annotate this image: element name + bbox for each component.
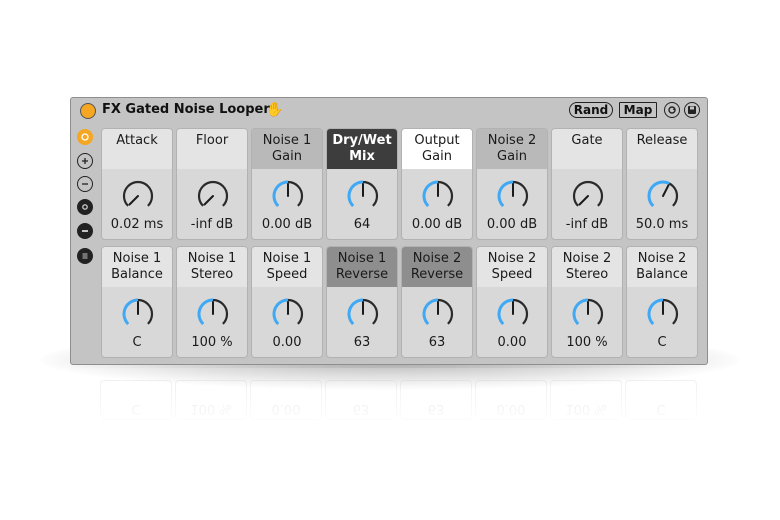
param-value[interactable]: 0.00 bbox=[252, 335, 322, 350]
param-noise-2-reverse[interactable]: Noise 2 Reverse 63 bbox=[401, 246, 473, 358]
param-value[interactable]: 0.00 bbox=[477, 335, 547, 350]
knob-dial[interactable] bbox=[346, 297, 380, 331]
knob-pointer bbox=[578, 195, 589, 206]
param-label: Noise 2 Gain bbox=[477, 129, 547, 169]
plus-icon[interactable] bbox=[77, 153, 93, 169]
param-floor[interactable]: Floor -inf dB bbox=[176, 128, 248, 240]
minus-icon[interactable] bbox=[77, 176, 93, 192]
param-label: Output Gain bbox=[402, 129, 472, 169]
knob-value-arc bbox=[347, 180, 364, 207]
param-noise-1-reverse[interactable]: Noise 1 Reverse 63 bbox=[326, 246, 398, 358]
knob-value-arc bbox=[422, 180, 439, 207]
knob-dial[interactable] bbox=[121, 297, 155, 331]
knob-dial[interactable] bbox=[571, 297, 605, 331]
knob-dial[interactable] bbox=[121, 179, 155, 213]
param-value[interactable]: 100 % bbox=[177, 335, 247, 350]
knob-value-arc bbox=[272, 298, 289, 325]
knob-dial[interactable] bbox=[571, 179, 605, 213]
param-value[interactable]: 0.00 dB bbox=[477, 217, 547, 232]
minimize-icon[interactable] bbox=[77, 223, 93, 239]
knob-dial[interactable] bbox=[421, 297, 455, 331]
device-power-toggle[interactable] bbox=[80, 103, 96, 119]
param-label: Dry/Wet Mix bbox=[327, 129, 397, 169]
param-output-gain[interactable]: Output Gain 0.00 dB bbox=[401, 128, 473, 240]
param-noise-2-speed[interactable]: Noise 2 Speed 0.00 bbox=[476, 246, 548, 358]
knob-dial[interactable] bbox=[346, 179, 380, 213]
settings-icon[interactable] bbox=[77, 199, 93, 215]
knob-value-arc bbox=[197, 298, 214, 325]
knob-value-arc bbox=[122, 298, 139, 325]
param-noise-1-speed[interactable]: Noise 1 Speed 0.00 bbox=[251, 246, 323, 358]
param-value[interactable]: C bbox=[102, 335, 172, 350]
knob-value-arc bbox=[572, 298, 589, 325]
param-noise-2-gain[interactable]: Noise 2 Gain 0.00 dB bbox=[476, 128, 548, 240]
knob-value-arc bbox=[647, 180, 671, 207]
param-label: Noise 2 Reverse bbox=[402, 247, 472, 287]
param-value[interactable]: C bbox=[627, 335, 697, 350]
device-title: FX Gated Noise Looper bbox=[102, 102, 270, 117]
knob-dial[interactable] bbox=[646, 297, 680, 331]
device-panel: FX Gated Noise Looper ✋ Rand Map Attack 0… bbox=[70, 97, 708, 365]
knob-pointer bbox=[128, 195, 139, 206]
param-value[interactable]: 100 % bbox=[552, 335, 622, 350]
rand-button[interactable]: Rand bbox=[569, 102, 613, 118]
knob-dial[interactable] bbox=[271, 179, 305, 213]
knob-dial[interactable] bbox=[271, 297, 305, 331]
map-button[interactable]: Map bbox=[619, 102, 657, 118]
param-value[interactable]: 64 bbox=[327, 217, 397, 232]
knob-value-arc bbox=[497, 298, 514, 325]
param-label: Noise 1 Stereo bbox=[177, 247, 247, 287]
param-attack[interactable]: Attack 0.02 ms bbox=[101, 128, 173, 240]
knob-value-arc bbox=[347, 298, 364, 325]
hot-swap-side-icon[interactable] bbox=[77, 129, 93, 145]
knob-value-arc bbox=[647, 298, 664, 325]
param-label: Noise 2 Stereo bbox=[552, 247, 622, 287]
param-gate[interactable]: Gate -inf dB bbox=[551, 128, 623, 240]
knob-dial[interactable] bbox=[196, 179, 230, 213]
param-label: Gate bbox=[552, 129, 622, 169]
param-value[interactable]: -inf dB bbox=[552, 217, 622, 232]
knob-value-arc bbox=[497, 180, 514, 207]
save-preset-icon[interactable] bbox=[684, 102, 700, 118]
hot-swap-icon[interactable] bbox=[664, 102, 680, 118]
param-label: Release bbox=[627, 129, 697, 169]
title-bar: FX Gated Noise Looper ✋ Rand Map bbox=[71, 98, 707, 124]
param-value[interactable]: -inf dB bbox=[177, 217, 247, 232]
knob-pointer bbox=[662, 184, 670, 197]
hand-icon: ✋ bbox=[266, 102, 284, 118]
param-dry-wet-mix[interactable]: Dry/Wet Mix 64 bbox=[326, 128, 398, 240]
param-noise-2-balance[interactable]: Noise 2 Balance C bbox=[626, 246, 698, 358]
param-value[interactable]: 63 bbox=[402, 335, 472, 350]
param-value[interactable]: 0.00 dB bbox=[402, 217, 472, 232]
knob-dial[interactable] bbox=[646, 179, 680, 213]
knob-value-arc bbox=[422, 298, 439, 325]
param-label: Floor bbox=[177, 129, 247, 169]
param-label: Noise 1 Balance bbox=[102, 247, 172, 287]
param-label: Noise 1 Speed bbox=[252, 247, 322, 287]
param-release[interactable]: Release 50.0 ms bbox=[626, 128, 698, 240]
param-noise-1-gain[interactable]: Noise 1 Gain 0.00 dB bbox=[251, 128, 323, 240]
knob-dial[interactable] bbox=[421, 179, 455, 213]
param-label: Noise 1 Gain bbox=[252, 129, 322, 169]
knob-dial[interactable] bbox=[196, 297, 230, 331]
knob-value-arc bbox=[272, 180, 289, 207]
param-value[interactable]: 0.02 ms bbox=[102, 217, 172, 232]
param-noise-1-balance[interactable]: Noise 1 Balance C bbox=[101, 246, 173, 358]
param-noise-1-stereo[interactable]: Noise 1 Stereo 100 % bbox=[176, 246, 248, 358]
param-label: Noise 2 Balance bbox=[627, 247, 697, 287]
param-label: Noise 1 Reverse bbox=[327, 247, 397, 287]
param-label: Attack bbox=[102, 129, 172, 169]
param-label: Noise 2 Speed bbox=[477, 247, 547, 287]
reflection-fade bbox=[60, 368, 720, 428]
knob-pointer bbox=[203, 195, 214, 206]
param-value[interactable]: 63 bbox=[327, 335, 397, 350]
knob-dial[interactable] bbox=[496, 297, 530, 331]
param-value[interactable]: 0.00 dB bbox=[252, 217, 322, 232]
param-value[interactable]: 50.0 ms bbox=[627, 217, 697, 232]
list-icon[interactable] bbox=[77, 248, 93, 264]
param-noise-2-stereo[interactable]: Noise 2 Stereo 100 % bbox=[551, 246, 623, 358]
knob-dial[interactable] bbox=[496, 179, 530, 213]
